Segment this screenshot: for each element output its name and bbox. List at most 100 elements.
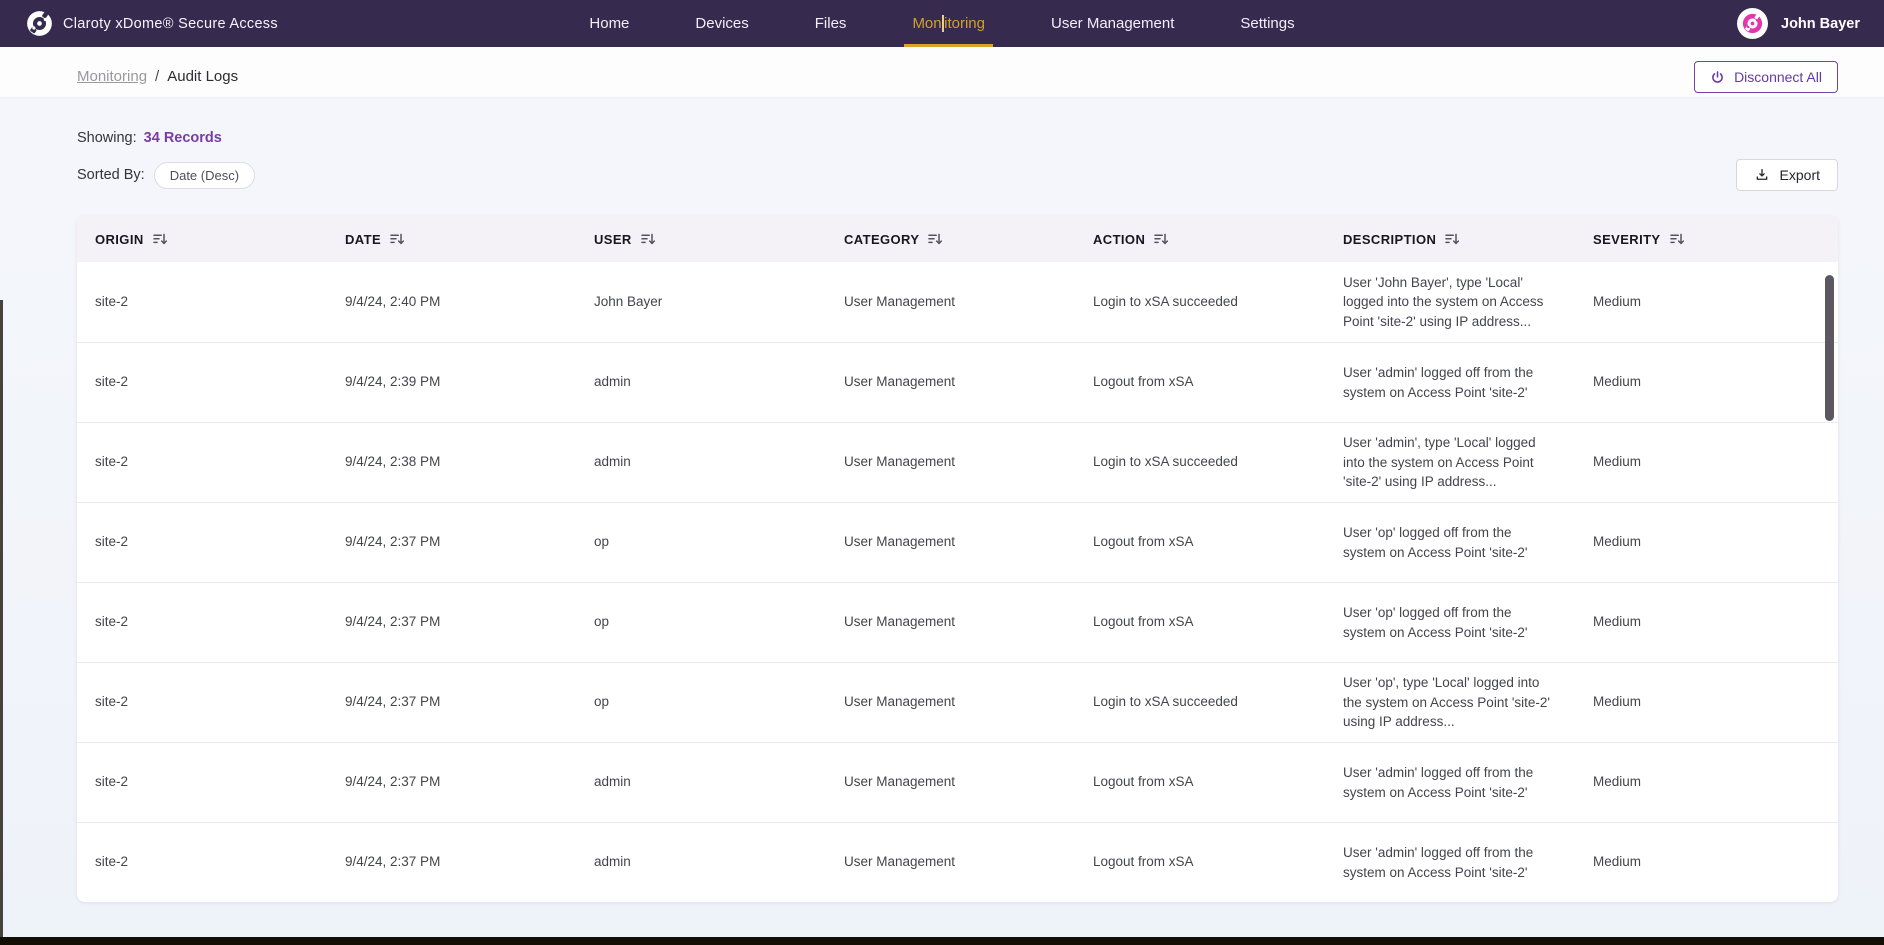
breadcrumb-link-monitoring[interactable]: Monitoring (77, 68, 147, 85)
cell-severity: Medium (1593, 374, 1838, 391)
cell-category: User Management (844, 774, 1093, 791)
showing-label: Showing: (77, 130, 137, 146)
cell-user: admin (594, 854, 844, 871)
cell-action: Logout from xSA (1093, 374, 1343, 391)
cell-severity: Medium (1593, 774, 1838, 791)
cell-category: User Management (844, 534, 1093, 551)
table-row[interactable]: site-2 9/4/24, 2:37 PM admin User Manage… (77, 742, 1838, 822)
sort-filter-icon[interactable] (153, 232, 167, 246)
table-row[interactable]: site-2 9/4/24, 2:40 PM John Bayer User M… (77, 262, 1838, 342)
cell-category: User Management (844, 374, 1093, 391)
sort-chip-date-desc[interactable]: Date (Desc) (154, 162, 255, 189)
nav-item-monitoring[interactable]: Monitoring (912, 0, 985, 47)
cell-severity: Medium (1593, 854, 1838, 871)
cell-user: admin (594, 374, 844, 391)
user-box[interactable]: John Bayer (1554, 0, 1884, 47)
cell-action: Logout from xSA (1093, 774, 1343, 791)
cell-severity: Medium (1593, 614, 1838, 631)
sort-row: Sorted By: Date (Desc) Export (77, 159, 1838, 191)
cell-date: 9/4/24, 2:37 PM (345, 534, 594, 551)
claroty-logo-icon (26, 10, 53, 37)
sort-filter-icon[interactable] (390, 232, 404, 246)
cell-description: User 'admin', type 'Local' logged into t… (1343, 433, 1555, 492)
cell-origin: site-2 (95, 374, 345, 391)
cell-date: 9/4/24, 2:39 PM (345, 374, 594, 391)
table-body: site-2 9/4/24, 2:40 PM John Bayer User M… (77, 262, 1838, 902)
cell-category: User Management (844, 854, 1093, 871)
cell-user: admin (594, 454, 844, 471)
cell-origin: site-2 (95, 614, 345, 631)
cell-severity: Medium (1593, 294, 1838, 311)
nav-item-files[interactable]: Files (815, 0, 847, 47)
cell-action: Login to xSA succeeded (1093, 294, 1343, 311)
table-header-row: ORIGIN DATE USER CATEGORY ACTION (77, 216, 1838, 262)
cell-description: User 'admin' logged off from the system … (1343, 843, 1555, 882)
sort-filter-icon[interactable] (1670, 232, 1684, 246)
user-name: John Bayer (1781, 16, 1860, 32)
download-icon (1754, 167, 1770, 183)
cell-description: User 'John Bayer', type 'Local' logged i… (1343, 273, 1555, 332)
breadcrumb: Monitoring / Audit Logs (77, 68, 238, 85)
cell-category: User Management (844, 614, 1093, 631)
column-header-origin[interactable]: ORIGIN (95, 232, 345, 247)
avatar[interactable] (1737, 8, 1768, 39)
column-header-category[interactable]: CATEGORY (844, 232, 1093, 247)
breadcrumb-current: Audit Logs (167, 68, 238, 85)
column-header-user[interactable]: USER (594, 232, 844, 247)
cell-description: User 'op' logged off from the system on … (1343, 523, 1555, 562)
cell-action: Login to xSA succeeded (1093, 694, 1343, 711)
table-row[interactable]: site-2 9/4/24, 2:39 PM admin User Manage… (77, 342, 1838, 422)
cell-description: User 'admin' logged off from the system … (1343, 763, 1555, 802)
showing-row: Showing: 34 Records (77, 130, 1838, 146)
cell-date: 9/4/24, 2:40 PM (345, 294, 594, 311)
nav-item-user-management[interactable]: User Management (1051, 0, 1174, 47)
cell-date: 9/4/24, 2:37 PM (345, 774, 594, 791)
cell-user: op (594, 694, 844, 711)
audit-log-table: ORIGIN DATE USER CATEGORY ACTION (77, 216, 1838, 902)
table-row[interactable]: site-2 9/4/24, 2:37 PM op User Managemen… (77, 662, 1838, 742)
cell-category: User Management (844, 454, 1093, 471)
main-content: Showing: 34 Records Sorted By: Date (Des… (0, 130, 1884, 902)
table-row[interactable]: site-2 9/4/24, 2:37 PM op User Managemen… (77, 502, 1838, 582)
sort-filter-icon[interactable] (1445, 232, 1459, 246)
cell-user: John Bayer (594, 294, 844, 311)
cell-severity: Medium (1593, 534, 1838, 551)
table-row[interactable]: site-2 9/4/24, 2:38 PM admin User Manage… (77, 422, 1838, 502)
table-row[interactable]: site-2 9/4/24, 2:37 PM op User Managemen… (77, 582, 1838, 662)
cell-action: Logout from xSA (1093, 854, 1343, 871)
cell-description: User 'op' logged off from the system on … (1343, 603, 1555, 642)
window-left-edge (0, 300, 3, 937)
main-nav: Home Devices Files Monitoring User Managemen… (330, 0, 1554, 47)
column-header-description[interactable]: DESCRIPTION (1343, 232, 1593, 247)
sorted-by: Sorted By: Date (Desc) (77, 162, 255, 189)
disconnect-all-button[interactable]: Disconnect All (1694, 61, 1838, 93)
cell-origin: site-2 (95, 774, 345, 791)
cell-user: op (594, 534, 844, 551)
cell-user: op (594, 614, 844, 631)
disconnect-all-label: Disconnect All (1734, 69, 1822, 85)
nav-item-devices[interactable]: Devices (695, 0, 748, 47)
brand: Claroty xDome® Secure Access (0, 0, 330, 47)
table-scrollbar-thumb[interactable] (1825, 275, 1834, 421)
nav-item-settings[interactable]: Settings (1240, 0, 1294, 47)
power-icon (1710, 70, 1725, 85)
cell-action: Logout from xSA (1093, 614, 1343, 631)
cell-date: 9/4/24, 2:38 PM (345, 454, 594, 471)
export-button[interactable]: Export (1736, 159, 1838, 191)
record-count: 34 Records (144, 130, 222, 146)
column-header-date[interactable]: DATE (345, 232, 594, 247)
nav-item-home[interactable]: Home (589, 0, 629, 47)
table-row[interactable]: site-2 9/4/24, 2:37 PM admin User Manage… (77, 822, 1838, 902)
brand-name: Claroty xDome® Secure Access (63, 16, 278, 32)
cell-severity: Medium (1593, 454, 1838, 471)
sort-filter-icon[interactable] (928, 232, 942, 246)
column-header-action[interactable]: ACTION (1093, 232, 1343, 247)
claroty-avatar-icon (1742, 13, 1763, 34)
sort-filter-icon[interactable] (641, 232, 655, 246)
top-nav-bar: Claroty xDome® Secure Access Home Devices… (0, 0, 1884, 47)
sort-filter-icon[interactable] (1154, 232, 1168, 246)
column-header-severity[interactable]: SEVERITY (1593, 232, 1838, 247)
breadcrumb-separator: / (155, 68, 159, 85)
cell-origin: site-2 (95, 294, 345, 311)
cell-origin: site-2 (95, 454, 345, 471)
